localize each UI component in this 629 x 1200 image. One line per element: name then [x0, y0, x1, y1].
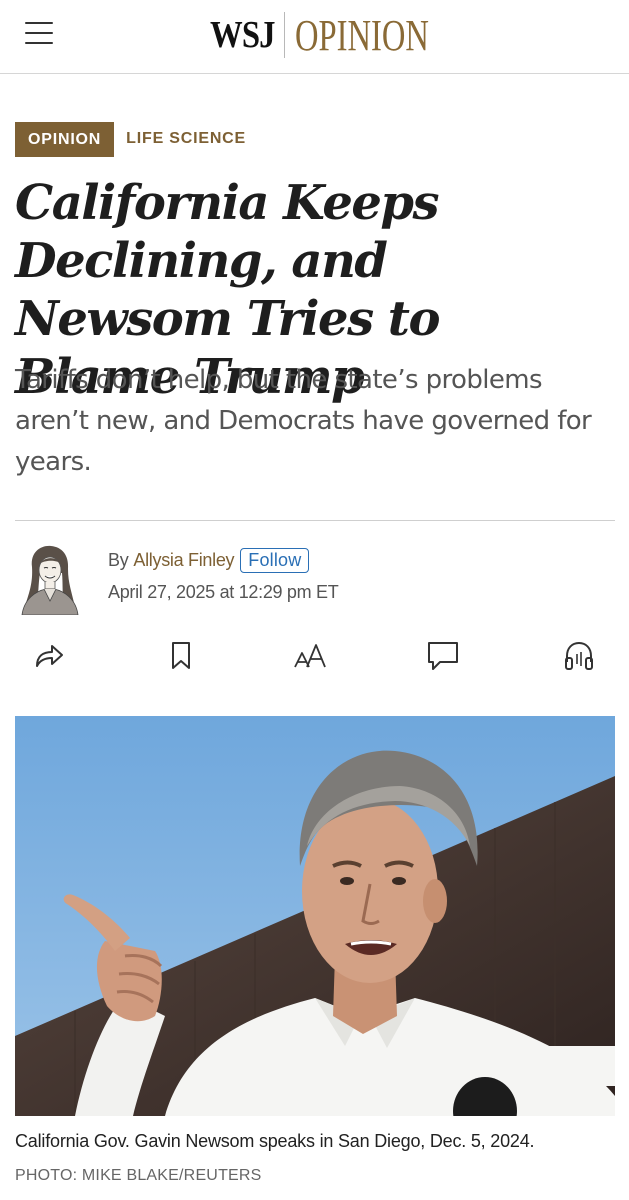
bookmark-icon[interactable] [159, 634, 203, 678]
logo-divider [284, 12, 285, 58]
article-photo[interactable] [15, 716, 615, 1116]
section-tag-opinion[interactable]: OPINION [15, 121, 115, 157]
section-tags: OPINION LIFE SCIENCE [15, 121, 246, 157]
article-action-toolbar [0, 634, 629, 678]
share-icon[interactable] [27, 634, 71, 678]
wsj-opinion-logo[interactable]: WSJ OPINION [210, 10, 476, 60]
photo-caption: California Gov. Gavin Newsom speaks in S… [15, 1131, 535, 1151]
comment-icon[interactable] [421, 634, 465, 678]
wsj-logo-text: WSJ [210, 14, 275, 56]
photo-credit: PHOTO: MIKE BLAKE/REUTERS [15, 1167, 262, 1184]
byline-prefix: By [108, 549, 129, 570]
top-nav-bar: WSJ OPINION [0, 0, 629, 74]
article-dek: Tariffs don’t help, but the state’s prob… [15, 365, 592, 477]
headphones-icon[interactable] [557, 634, 601, 678]
byline: By Allysia Finley Follow [108, 545, 310, 575]
text-size-icon[interactable] [289, 634, 333, 678]
publish-timestamp: April 27, 2025 at 12:29 pm ET [108, 582, 339, 602]
divider [15, 520, 615, 521]
hamburger-menu-icon[interactable] [24, 18, 56, 48]
opinion-logo-text: OPINION [295, 10, 429, 60]
follow-author-button[interactable]: Follow [240, 547, 310, 573]
author-name-link[interactable]: Allysia Finley [133, 550, 234, 571]
section-tag-life-science[interactable]: LIFE SCIENCE [126, 130, 246, 148]
author-avatar[interactable] [18, 543, 82, 616]
